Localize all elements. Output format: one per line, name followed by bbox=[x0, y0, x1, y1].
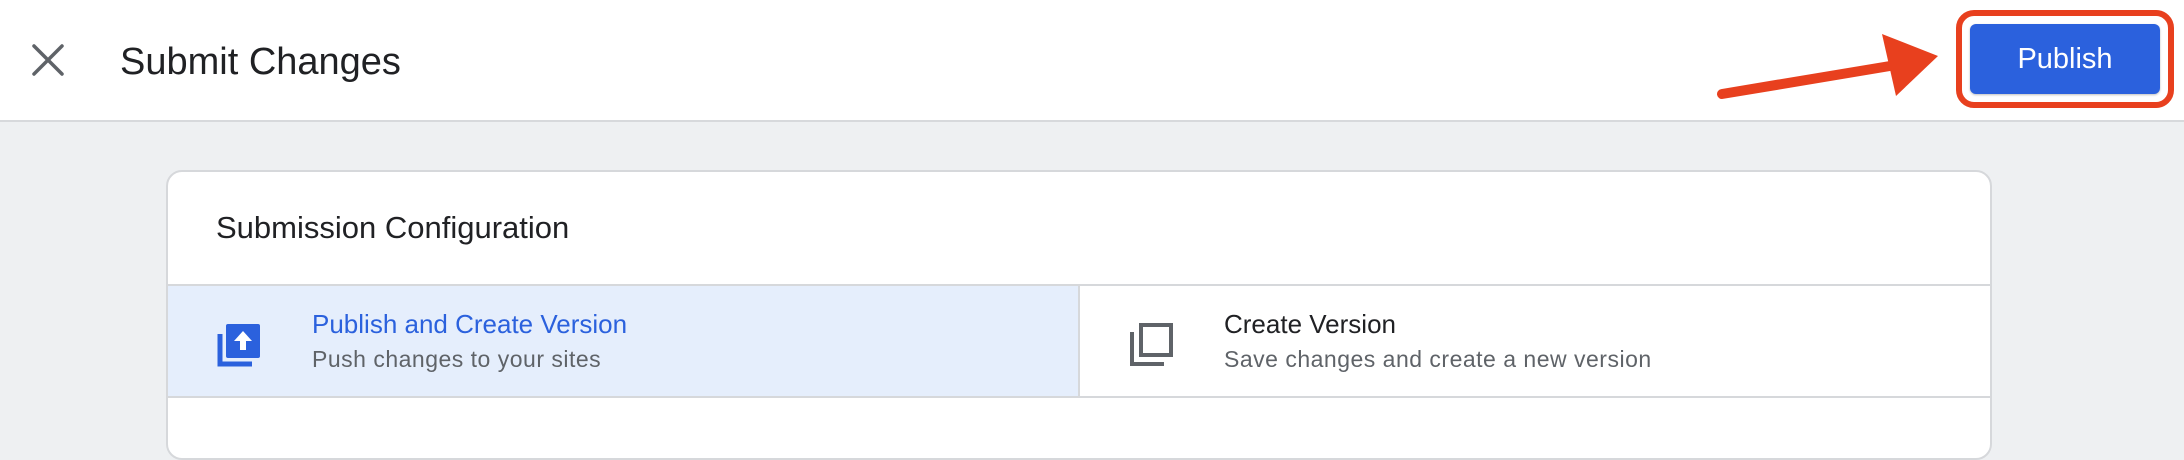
option-create-version[interactable]: Create Version Save changes and create a… bbox=[1080, 286, 1990, 396]
annotation-arrow bbox=[1717, 34, 1938, 99]
submission-config-card: Submission Configuration Publish and Cre… bbox=[166, 170, 1992, 460]
publish-highlight: Publish bbox=[1956, 10, 2174, 108]
copy-icon bbox=[1130, 323, 1173, 366]
header-bar: Submit Changes Publish bbox=[0, 0, 2184, 122]
close-icon bbox=[32, 44, 64, 76]
option-title: Publish and Create Version bbox=[312, 309, 628, 339]
publish-button[interactable]: Publish bbox=[1970, 24, 2160, 94]
option-subtitle: Push changes to your sites bbox=[312, 346, 602, 372]
close-button[interactable] bbox=[28, 40, 68, 80]
card-title: Submission Configuration bbox=[216, 210, 570, 245]
page-title: Submit Changes bbox=[120, 41, 401, 83]
option-title: Create Version bbox=[1224, 309, 1396, 339]
option-subtitle: Save changes and create a new version bbox=[1224, 346, 1652, 372]
option-row: Publish and Create Version Push changes … bbox=[168, 284, 1990, 398]
publish-icon bbox=[217, 324, 260, 367]
option-publish-and-create-version[interactable]: Publish and Create Version Push changes … bbox=[168, 286, 1080, 396]
